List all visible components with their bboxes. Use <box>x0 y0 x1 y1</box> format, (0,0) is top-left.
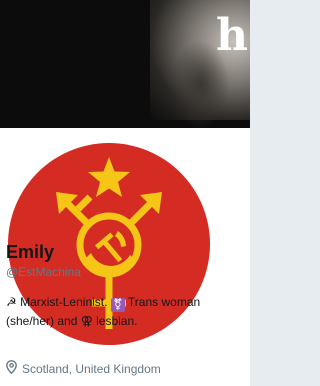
profile-handle[interactable]: @EstMachina <box>6 265 81 279</box>
transgender-symbol-icon: ⚧ <box>110 298 125 312</box>
hammer-sickle-icon: ☭ <box>6 295 17 309</box>
lesbian-symbol-icon: ⚢ <box>80 314 93 328</box>
bio-text-3: lesbian. <box>92 314 138 328</box>
banner-letter: h <box>216 10 248 61</box>
profile-location: Scotland, United Kingdom <box>6 360 161 377</box>
profile-banner[interactable]: h <box>0 0 250 128</box>
hammer-sickle-icon <box>86 231 135 273</box>
profile-name: Emily <box>6 242 55 262</box>
profile-bio: ☭ Marxist-Leninist. ⚧ Trans woman (she/h… <box>6 293 244 330</box>
location-text: Scotland, United Kingdom <box>22 361 161 376</box>
bio-text-1: Marxist-Leninist. <box>16 295 111 309</box>
map-pin-icon <box>6 360 17 377</box>
profile-card: Emily @EstMachina ☭ Marxist-Leninist. ⚧ … <box>0 128 250 386</box>
star-icon <box>88 157 130 197</box>
